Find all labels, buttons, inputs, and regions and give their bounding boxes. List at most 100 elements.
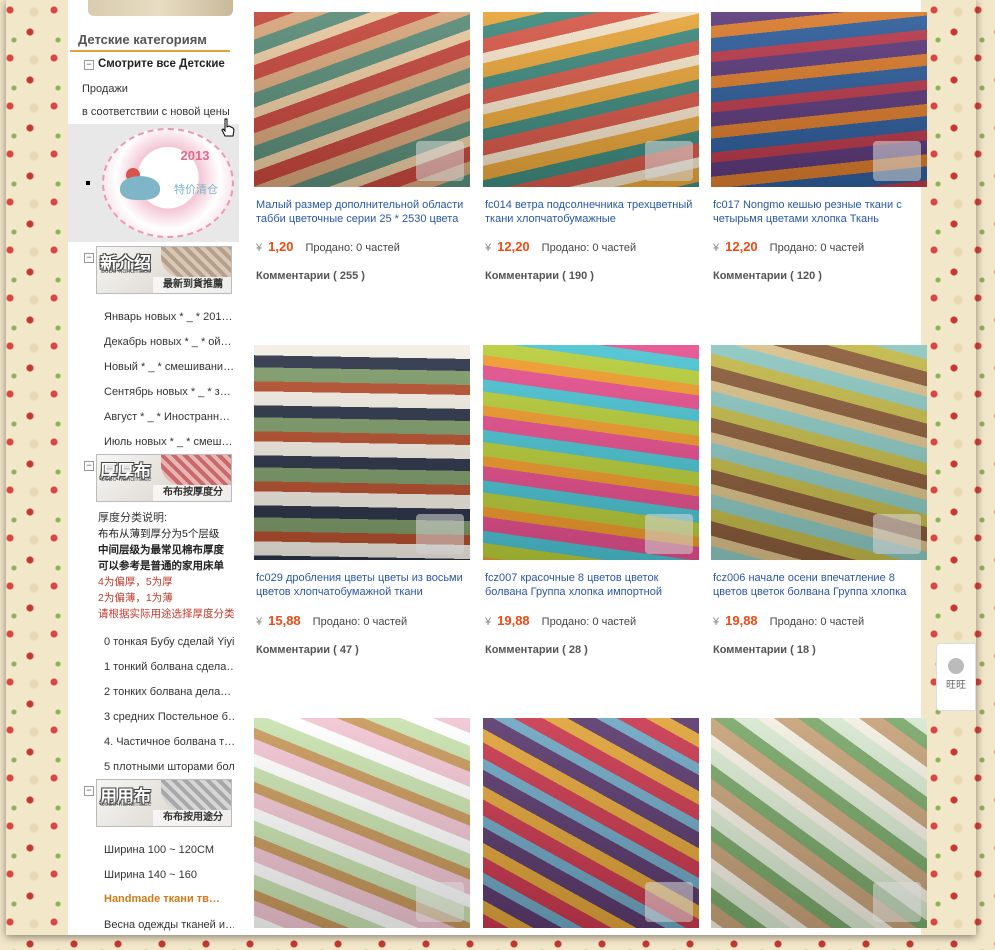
image-shade bbox=[254, 345, 470, 560]
price-row: ¥15,88 Продано: 0 частей bbox=[256, 613, 407, 628]
sidebar-thickness-item[interactable]: 5 плотными шторами бол… bbox=[104, 761, 234, 773]
product-image[interactable] bbox=[254, 718, 470, 928]
promo-sale-text: 特价清仓 bbox=[174, 184, 218, 196]
thickness-note: 可以参考是普通的家用床单 bbox=[98, 560, 224, 572]
sidebar-new-item[interactable]: Июль новых * _ * смеш… bbox=[104, 436, 234, 448]
thickness-note: 2为偏薄，1为薄 bbox=[98, 592, 173, 604]
sidebar-new-item[interactable]: Сентябрь новых * _ * з… bbox=[104, 386, 234, 398]
sidebar-usage-item[interactable]: Ширина 140 ~ 160 bbox=[104, 869, 234, 881]
banner-subtitle: bobo handmade bbox=[101, 476, 152, 483]
product-price: 12,20 bbox=[497, 239, 530, 254]
sold-count: Продано: 0 частей bbox=[769, 242, 865, 254]
sidebar-thickness-item[interactable]: 1 тонкий болвана сдела… bbox=[104, 661, 234, 673]
product-image[interactable] bbox=[483, 12, 699, 187]
comments-link[interactable]: Комментарии ( 47 ) bbox=[256, 644, 359, 656]
product-title-link[interactable]: fcz007 красочные 8 цветов цветок болвана… bbox=[485, 571, 699, 599]
product-image[interactable] bbox=[254, 12, 470, 187]
sidebar-new-item[interactable]: Январь новых * _ * 201… bbox=[104, 311, 234, 323]
sidebar-thickness-item[interactable]: 0 тонкая Бубу сделай Yiyi bbox=[104, 636, 234, 648]
image-shade bbox=[483, 718, 699, 928]
image-shade bbox=[711, 12, 927, 187]
new-arrivals-banner[interactable]: 新介绍 bobo handmade 最新到貨推薦 bbox=[96, 246, 232, 294]
price-row: ¥12,20 Продано: 0 частей bbox=[485, 239, 636, 254]
sidebar-usage-item[interactable]: Весна одежды тканей и… bbox=[104, 919, 234, 931]
see-all-link[interactable]: Смотрите все Детские bbox=[98, 58, 225, 70]
image-shade bbox=[483, 345, 699, 560]
image-shade bbox=[254, 12, 470, 187]
collapse-icon[interactable]: − bbox=[84, 786, 94, 796]
sidebar-new-item[interactable]: Декабрь новых * _ * ой… bbox=[104, 336, 234, 348]
banner-subtitle: bobo handmade bbox=[101, 268, 152, 275]
strawberry-background-left bbox=[6, 0, 68, 935]
sidebar-usage-item[interactable]: Ширина 100 ~ 120CM bbox=[104, 844, 234, 856]
chat-icon bbox=[948, 658, 964, 674]
image-shade bbox=[711, 345, 927, 560]
fabric-thumbnail bbox=[161, 247, 231, 277]
usage-banner[interactable]: 用用布 bobo handmade 布布按用途分 bbox=[96, 779, 232, 827]
sidebar-link-new-prices[interactable]: в соответствии с новой цены bbox=[82, 106, 230, 118]
collapse-icon[interactable]: − bbox=[84, 253, 94, 263]
product-title-link[interactable]: Малый размер дополнительной области табб… bbox=[256, 198, 470, 226]
product-image[interactable] bbox=[711, 718, 927, 928]
banner-subtitle: bobo handmade bbox=[101, 801, 152, 808]
price-row: ¥19,88 Продано: 0 частей bbox=[485, 613, 636, 628]
currency-symbol: ¥ bbox=[485, 242, 492, 254]
price-row: ¥12,20 Продано: 0 частей bbox=[713, 239, 864, 254]
comments-link[interactable]: Комментарии ( 255 ) bbox=[256, 270, 365, 282]
product-price: 19,88 bbox=[497, 613, 530, 628]
product-price: 1,20 bbox=[268, 239, 294, 254]
sidebar-thickness-item[interactable]: 4. Частичное болвана т… bbox=[104, 736, 234, 748]
product-title-link[interactable]: fc029 дробления цветы цветы из восьми цв… bbox=[256, 571, 470, 599]
category-sidebar: Детские категориям − Смотрите все Детски… bbox=[68, 0, 239, 935]
thickness-note: 4为偏厚，5为厚 bbox=[98, 576, 173, 588]
sidebar-new-item[interactable]: Новый * _ * смешивани… bbox=[104, 361, 234, 373]
thickness-banner[interactable]: 厚厚布 bobo handmade 布布按厚度分 bbox=[96, 454, 232, 502]
image-shade bbox=[711, 718, 927, 928]
product-title-link[interactable]: fc014 ветра подсолнечника трехцветный тк… bbox=[485, 198, 699, 226]
currency-symbol: ¥ bbox=[256, 616, 263, 628]
currency-symbol: ¥ bbox=[713, 616, 720, 628]
sidebar-handmade-link[interactable]: Handmade ткани тв… bbox=[104, 893, 234, 905]
currency-symbol: ¥ bbox=[713, 242, 720, 254]
product-price: 19,88 bbox=[725, 613, 758, 628]
collapse-icon[interactable]: − bbox=[84, 60, 94, 70]
product-title-link[interactable]: fcz006 начале осени впечатление 8 цветов… bbox=[713, 571, 927, 599]
product-image[interactable] bbox=[711, 12, 927, 187]
product-price: 15,88 bbox=[268, 613, 301, 628]
sold-count: Продано: 0 частей bbox=[305, 242, 400, 254]
product-image[interactable] bbox=[483, 345, 699, 560]
banner-strip-text: 布布按厚度分 bbox=[153, 485, 231, 501]
fabric-thumbnail bbox=[161, 455, 231, 485]
sold-count: Продано: 0 частей bbox=[312, 616, 408, 628]
bullet-dot bbox=[86, 181, 90, 185]
collapse-icon[interactable]: − bbox=[84, 461, 94, 471]
hand-cursor-icon bbox=[221, 118, 235, 137]
wangwang-chat-tab[interactable]: 旺旺 bbox=[936, 643, 976, 711]
currency-symbol: ¥ bbox=[485, 616, 492, 628]
comments-link[interactable]: Комментарии ( 18 ) bbox=[713, 644, 816, 656]
promo-year-text: 2013 bbox=[180, 148, 210, 163]
banner-strip-text: 布布按用途分 bbox=[153, 810, 231, 826]
product-price: 12,20 bbox=[725, 239, 758, 254]
comments-link[interactable]: Комментарии ( 28 ) bbox=[485, 644, 588, 656]
thickness-note: 厚度分类说明: bbox=[98, 512, 168, 524]
image-shade bbox=[483, 12, 699, 187]
product-image[interactable] bbox=[254, 345, 470, 560]
banner-strip-text: 最新到貨推薦 bbox=[153, 277, 231, 293]
strawberry-background-right bbox=[921, 0, 976, 935]
product-image[interactable] bbox=[483, 718, 699, 928]
comments-link[interactable]: Комментарии ( 120 ) bbox=[713, 270, 822, 282]
product-image[interactable] bbox=[711, 345, 927, 560]
sold-count: Продано: 0 частей bbox=[769, 616, 865, 628]
sidebar-link-sales[interactable]: Продажи bbox=[82, 83, 128, 95]
comments-link[interactable]: Комментарии ( 190 ) bbox=[485, 270, 594, 282]
sidebar-new-item[interactable]: Август * _ * Иностранн… bbox=[104, 411, 234, 423]
product-grid: Малый размер дополнительной области табб… bbox=[239, 0, 927, 935]
product-title-link[interactable]: fc017 Nongmo кешью резные ткани с четырь… bbox=[713, 198, 927, 226]
image-shade bbox=[254, 718, 470, 928]
sidebar-thickness-item[interactable]: 3 средних Постельное б… bbox=[104, 711, 234, 723]
sidebar-thickness-item[interactable]: 2 тонких болвана дела… bbox=[104, 686, 234, 698]
sold-count: Продано: 0 частей bbox=[541, 616, 637, 628]
wangwang-label: 旺旺 bbox=[946, 680, 966, 691]
price-row: ¥19,88 Продано: 0 частей bbox=[713, 613, 864, 628]
